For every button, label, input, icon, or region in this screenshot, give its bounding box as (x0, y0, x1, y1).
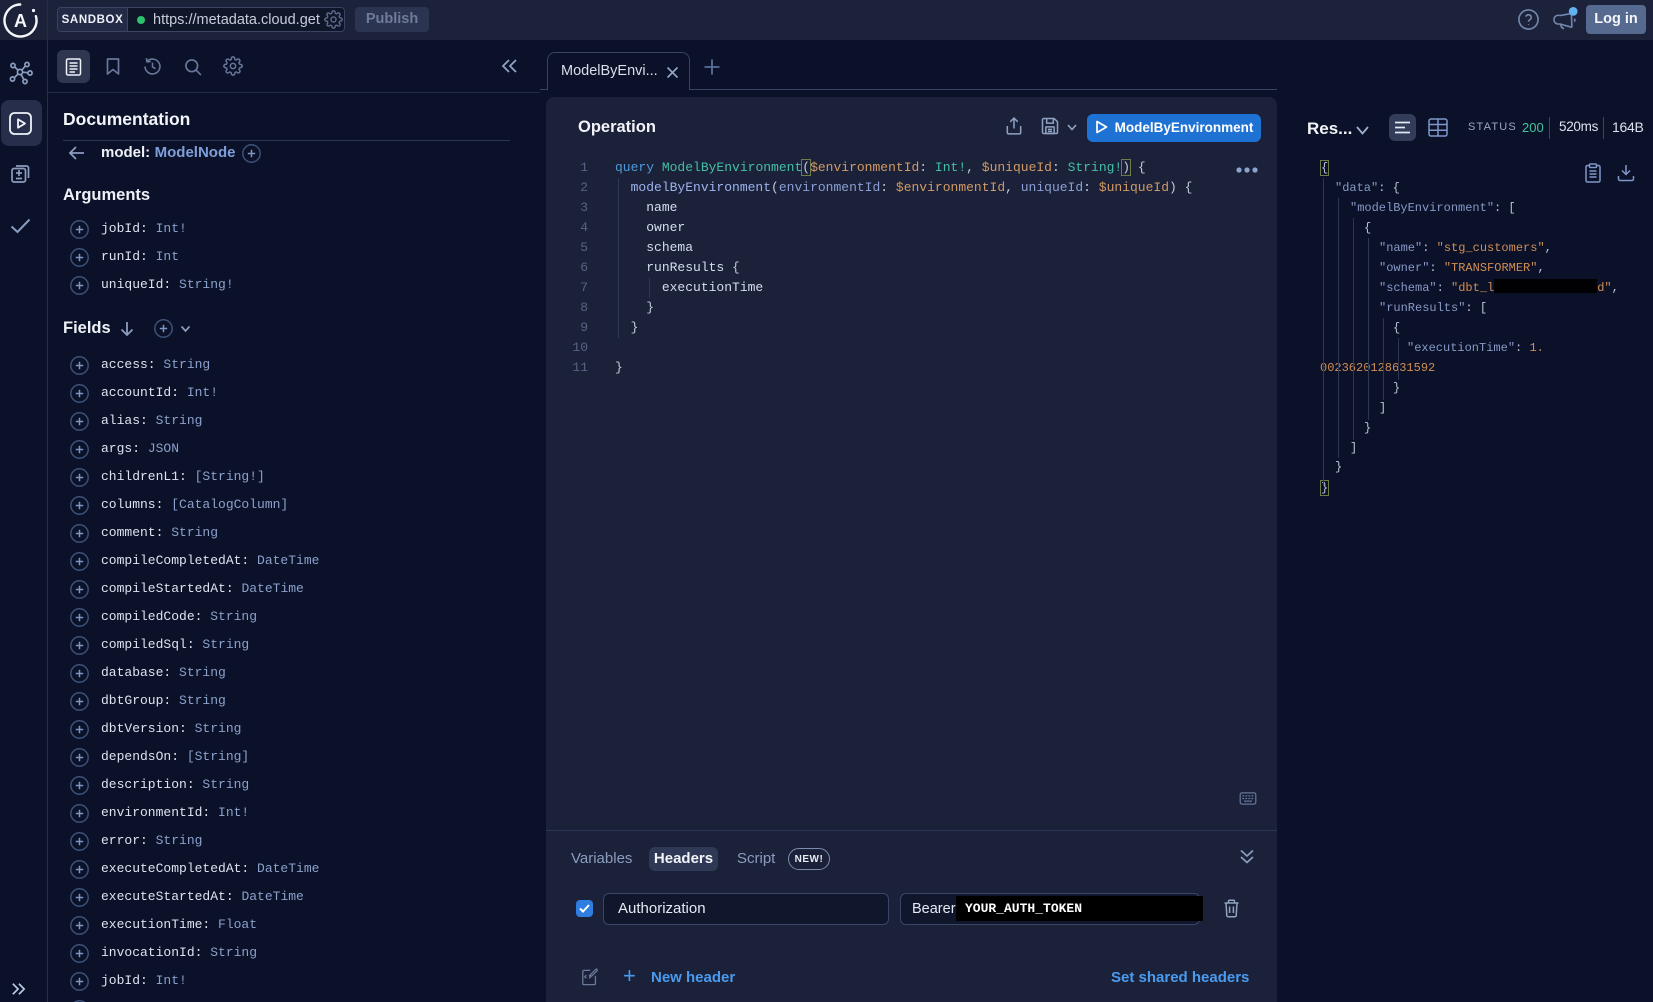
svg-text:A: A (14, 11, 27, 31)
